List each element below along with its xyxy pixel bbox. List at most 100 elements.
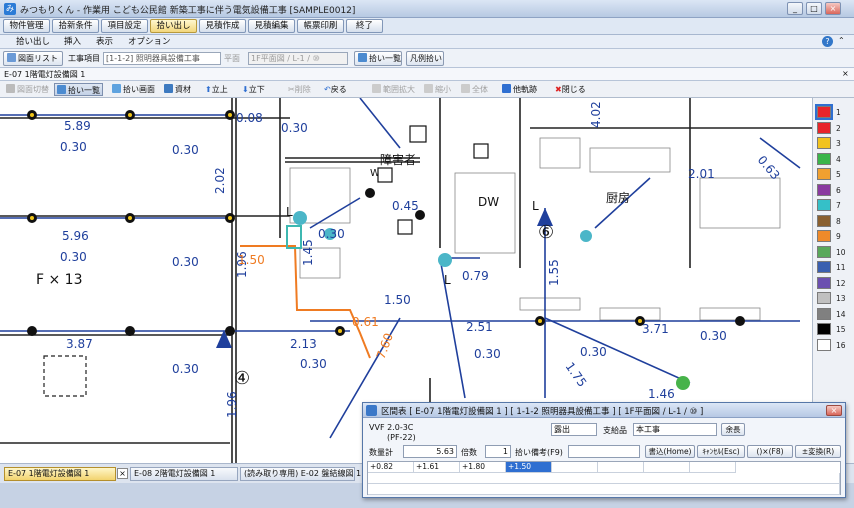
drawing-tab-label[interactable]: E-07 1階電灯設備図 1	[4, 68, 85, 81]
dim-label: 4.02	[589, 101, 603, 128]
remaining-length-button[interactable]: 余長	[721, 423, 745, 436]
menu-estimate-edit[interactable]: 見積編集	[248, 19, 295, 33]
legend-pickup-button[interactable]: 凡例拾い	[406, 51, 444, 66]
dim-label: 1.55	[547, 259, 561, 286]
back-button[interactable]: ↶戻る	[322, 83, 349, 96]
pickup-list-button[interactable]: 拾い一覧	[54, 83, 103, 96]
tab-e08[interactable]: E-08 2階電灯設備図 1	[130, 467, 238, 481]
pickup-list-top-button[interactable]: 拾い一覧	[354, 51, 402, 66]
color-swatch[interactable]	[817, 261, 831, 273]
color-swatch[interactable]	[817, 323, 831, 335]
zoom-area-icon	[372, 84, 381, 93]
grid-row-empty[interactable]	[368, 473, 840, 484]
zoom-out-button[interactable]: 縮小	[422, 83, 453, 96]
grid-cell[interactable]: +1.61	[414, 462, 460, 473]
submenu-options[interactable]: オプション	[128, 36, 171, 48]
multiplier-field[interactable]: 1	[485, 445, 511, 458]
menu-item-settings[interactable]: 項目設定	[101, 19, 148, 33]
grid-cell[interactable]	[644, 462, 690, 473]
color-swatch[interactable]	[817, 121, 831, 134]
dim-label: 2.01	[688, 167, 715, 181]
tab-e02-readonly[interactable]: (読み取り専用) E-02 盤結線図 1	[240, 467, 361, 481]
color-swatch[interactable]	[817, 168, 831, 180]
note-field[interactable]	[568, 445, 640, 458]
tab-close-icon[interactable]: ×	[117, 468, 128, 479]
fit-all-icon	[461, 84, 470, 93]
color-swatch[interactable]	[817, 214, 831, 227]
color-swatch-number: 12	[836, 278, 846, 288]
color-swatch[interactable]	[817, 183, 831, 196]
construction-item-select[interactable]: [1-1-2] 照明器具設備工事	[103, 52, 221, 65]
color-swatch[interactable]	[817, 152, 831, 165]
submenu-pickup[interactable]: 拾い出し	[16, 36, 50, 48]
grid-cell[interactable]	[552, 462, 598, 473]
grid-cell[interactable]: +1.80	[460, 462, 506, 473]
cancel-button[interactable]: ｷｬﾝｾﾙ(Esc)	[697, 445, 745, 458]
rise-up-button[interactable]: ⬆立上	[203, 83, 230, 96]
table-icon	[358, 53, 367, 62]
write-button[interactable]: 書込(Home)	[645, 445, 695, 458]
submenu-view[interactable]: 表示	[96, 36, 113, 48]
grid-cell[interactable]	[598, 462, 644, 473]
other-traces-button[interactable]: 他軌跡	[500, 83, 539, 96]
color-swatch[interactable]	[817, 245, 831, 258]
minimize-button[interactable]: _	[787, 2, 803, 15]
multiplier-label: 倍数	[461, 448, 477, 457]
menu-pickup[interactable]: 拾い出し	[150, 19, 197, 33]
spec-field[interactable]: 本工事	[633, 423, 717, 436]
color-swatch[interactable]	[817, 338, 831, 351]
grid-cell[interactable]: +0.82	[368, 462, 414, 473]
symbol-counter: F × 13	[36, 272, 83, 288]
dialog-close-button[interactable]: ×	[826, 405, 842, 416]
maximize-button[interactable]: □	[806, 2, 822, 15]
dim-label: 5.89	[64, 119, 91, 133]
close-button[interactable]: ✖閉じる	[553, 83, 588, 96]
color-swatch[interactable]	[817, 230, 831, 242]
color-swatch[interactable]	[817, 276, 831, 289]
pickup-toolbar: 図面リスト 工事項目 [1-1-2] 照明器具設備工事 平面 1F平面図 / L…	[0, 49, 854, 68]
color-swatch-number: 10	[836, 247, 846, 257]
qty-field[interactable]: 5.63	[403, 445, 457, 458]
pickup-screen-button[interactable]: 拾い画面	[110, 83, 157, 96]
chevron-up-icon[interactable]: ⌃	[838, 36, 845, 45]
sign-convert-button[interactable]: ±変換(R)	[795, 445, 841, 458]
menu-property-management[interactable]: 物件管理	[3, 19, 50, 33]
help-icon[interactable]: ?	[822, 36, 833, 47]
fit-all-button[interactable]: 全体	[459, 83, 490, 96]
circle-number: ④	[234, 368, 250, 389]
dim-label: 5.96	[62, 229, 89, 243]
close-window-button[interactable]: ×	[825, 2, 841, 15]
tab-e07[interactable]: E-07 1階電灯設備図 1	[4, 467, 116, 481]
zoom-out-label: 縮小	[435, 85, 451, 94]
sub-menu-bar: 拾い出し 挿入 表示 オプション	[0, 35, 854, 49]
color-swatch-number: 7	[836, 201, 841, 210]
submenu-insert[interactable]: 挿入	[64, 36, 81, 48]
grid-cell-selected[interactable]: +1.50	[506, 462, 552, 473]
close-drawing-icon[interactable]: ×	[842, 69, 849, 78]
color-swatch[interactable]	[817, 292, 831, 304]
dim-label: 0.79	[462, 269, 489, 283]
color-swatch-number: 11	[836, 263, 846, 272]
grid-cell[interactable]	[690, 462, 736, 473]
color-swatch[interactable]	[817, 199, 831, 211]
section-grid[interactable]: +0.82 +1.61 +1.80 +1.50	[367, 461, 841, 495]
menu-exit[interactable]: 終了	[346, 19, 383, 33]
circle-number: ⑥	[538, 222, 554, 243]
color-swatch[interactable]	[815, 104, 833, 120]
switch-drawing-button[interactable]: 図面切替	[4, 83, 51, 96]
delete-button[interactable]: ✂削除	[286, 83, 313, 96]
fixture-letter: L	[532, 199, 539, 213]
zoom-area-button[interactable]: 範囲拡大	[370, 83, 417, 96]
color-swatch[interactable]	[817, 307, 831, 320]
plan-select[interactable]: 1F平面図 / L-1 / ⑩	[248, 52, 348, 65]
grid-row-empty[interactable]	[368, 484, 840, 495]
menu-estimate-create[interactable]: 見積作成	[199, 19, 246, 33]
menu-pickup-conditions[interactable]: 拾新条件	[52, 19, 99, 33]
drawing-list-button[interactable]: 図面リスト	[3, 51, 63, 66]
materials-button[interactable]: 資材	[162, 83, 193, 96]
color-swatch[interactable]	[817, 137, 831, 149]
exposure-field[interactable]: 露出	[551, 423, 597, 436]
menu-report-print[interactable]: 帳票印刷	[297, 19, 344, 33]
multiply-button[interactable]: ()×(F8)	[747, 445, 793, 458]
drop-down-button[interactable]: ⬇立下	[240, 83, 267, 96]
